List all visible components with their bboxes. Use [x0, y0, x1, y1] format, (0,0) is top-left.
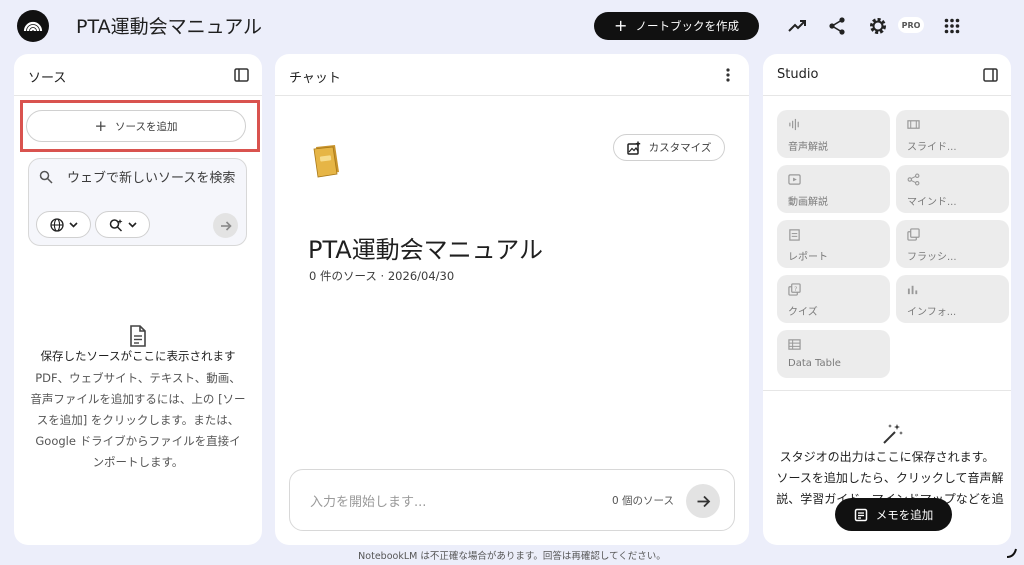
research-mode-dropdown[interactable] [95, 211, 150, 238]
arrow-right-icon [697, 495, 710, 507]
studio-tile-label: Data Table [788, 358, 841, 369]
app-header: PTA運動会マニュアル + ノートブックを作成 PRO [0, 0, 1024, 52]
svg-text:?: ? [794, 285, 797, 293]
report-icon [789, 229, 800, 241]
studio-divider [763, 390, 1011, 391]
globe-icon [49, 217, 64, 232]
studio-tile[interactable]: フラッシ... [896, 220, 1009, 268]
notebooklm-logo-icon[interactable] [17, 10, 49, 42]
studio-tile[interactable]: ? クイズ [777, 275, 890, 323]
notebook-emoji-icon [313, 145, 339, 178]
sources-empty-description: PDF、ウェブサイト、テキスト、動画、音声ファイルを追加するには、上の [ソース… [30, 371, 246, 469]
add-note-label: メモを追加 [875, 507, 934, 522]
infographic-icon [907, 285, 918, 295]
plus-icon: + [614, 16, 628, 35]
collapse-panel-icon[interactable] [232, 66, 250, 84]
search-spark-icon [109, 218, 122, 232]
web-source-search[interactable]: ウェブで新しいソースを検索 [28, 158, 247, 246]
studio-empty-title: スタジオの出力はここに保存されます。 [779, 450, 995, 464]
studio-tile[interactable]: インフォ... [896, 275, 1009, 323]
search-input[interactable]: ウェブで新しいソースを検索 [67, 169, 237, 189]
image-edit-icon [626, 141, 640, 155]
studio-tile-label: 動画解説 [788, 197, 828, 208]
add-note-button[interactable]: メモを追加 [835, 498, 952, 531]
chat-panel-title: チャット [289, 71, 341, 86]
sources-empty-title: 保存したソースがここに表示されます [40, 349, 236, 363]
search-submit-button[interactable] [213, 213, 238, 238]
create-notebook-button[interactable]: + ノートブックを作成 [594, 12, 759, 40]
add-source-label: ソースを追加 [115, 120, 178, 133]
add-source-button[interactable]: + ソースを追加 [26, 110, 246, 142]
apps-grid-icon[interactable] [941, 15, 963, 37]
customize-button[interactable]: カスタマイズ [613, 134, 725, 161]
chevron-down-icon [127, 221, 137, 228]
pro-badge: PRO [898, 17, 924, 33]
sources-panel: ソース + ソースを追加 ウェブで新しいソースを検索 保存したソースがここに表示… [14, 54, 262, 545]
plus-icon: + [94, 116, 108, 135]
source-type-web-dropdown[interactable] [36, 211, 91, 238]
studio-tile[interactable]: 動画解説 [777, 165, 890, 213]
chevron-down-icon [68, 221, 78, 228]
notebook-title[interactable]: PTA運動会マニュアル [76, 12, 262, 39]
create-notebook-label: ノートブックを作成 [635, 19, 739, 33]
more-options-icon[interactable] [719, 66, 737, 84]
studio-tile-label: レポート [788, 252, 828, 263]
studio-panel-title: Studio [777, 67, 819, 82]
studio-tile-label: フラッシ... [907, 252, 957, 263]
quiz-icon: ? [788, 283, 801, 296]
studio-panel-header: Studio [763, 54, 1011, 96]
chat-input[interactable]: 入力を開始します... [310, 491, 426, 510]
share-icon[interactable] [826, 15, 848, 37]
loading-indicator-icon [1006, 548, 1017, 558]
studio-tile[interactable]: マインド... [896, 165, 1009, 213]
studio-tile-label: 音声解説 [788, 142, 828, 153]
slides-icon [907, 120, 920, 129]
sources-panel-header: ソース [14, 54, 262, 96]
settings-icon[interactable] [867, 15, 889, 37]
studio-tile-label: マインド... [907, 197, 957, 208]
analytics-icon[interactable] [786, 15, 808, 37]
search-icon [39, 170, 53, 184]
notebook-meta: 0 件のソース · 2026/04/30 [309, 269, 455, 283]
studio-tile[interactable]: レポート [777, 220, 890, 268]
magic-wand-icon [883, 424, 903, 444]
document-icon [130, 325, 146, 347]
collapse-panel-icon[interactable] [981, 66, 999, 84]
audio-icon [789, 118, 799, 131]
studio-tile[interactable]: Data Table [777, 330, 890, 378]
arrow-right-icon [220, 220, 232, 231]
studio-tile-label: クイズ [788, 307, 818, 318]
source-count: 0 個のソース [612, 495, 674, 507]
studio-tile[interactable]: スライド... [896, 110, 1009, 158]
mindmap-icon [907, 173, 920, 186]
chat-panel-header: チャット [275, 54, 749, 96]
customize-label: カスタマイズ [648, 142, 712, 154]
chat-panel: チャット カスタマイズ PTA運動会マニュアル 0 件のソース · 2026/0… [275, 54, 749, 545]
studio-panel: Studio 音声解説 スライド... 動画解説 マインド... レポート フラッシ...… [763, 54, 1011, 545]
studio-tile-label: スライド... [907, 142, 957, 153]
chat-input-box[interactable]: 入力を開始します... 0 個のソース [289, 469, 735, 531]
note-icon [854, 508, 867, 521]
studio-tile[interactable]: 音声解説 [777, 110, 890, 158]
studio-tile-label: インフォ... [907, 307, 957, 318]
flashcard-icon [907, 228, 920, 241]
notebook-heading: PTA運動会マニュアル [308, 236, 543, 264]
table-icon [788, 339, 801, 350]
send-button[interactable] [686, 484, 720, 518]
video-icon [788, 174, 801, 185]
sources-panel-title: ソース [28, 71, 67, 86]
disclaimer-footer: NotebookLM は不正確な場合があります。回答は再確認してください。 [358, 551, 666, 562]
